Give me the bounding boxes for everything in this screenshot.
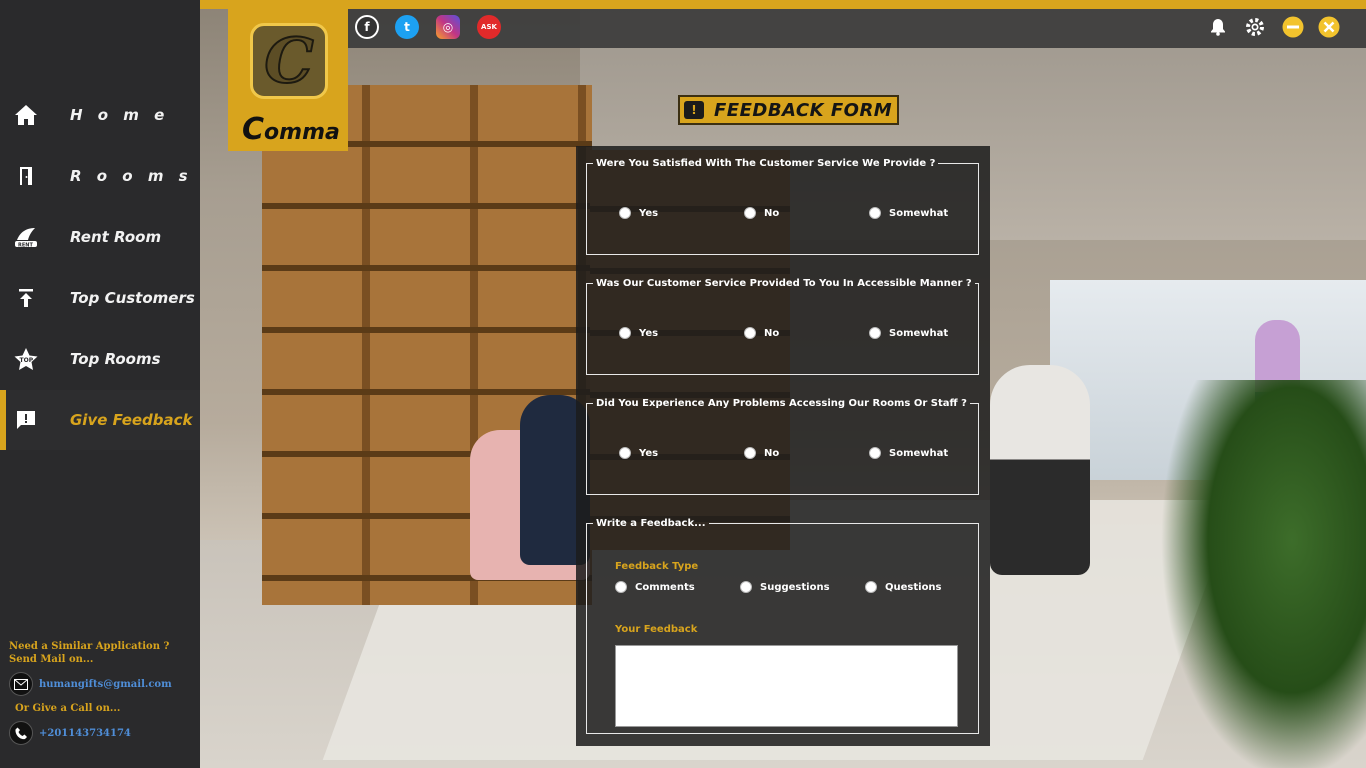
app-name: Comma (242, 112, 340, 147)
feedback-form-panel: Were You Satisfied With The Customer Ser… (576, 146, 990, 746)
rent-icon: RENT (12, 223, 40, 251)
facebook-icon[interactable]: f (355, 15, 379, 39)
feedback-icon (12, 406, 40, 434)
question-label: Was Our Customer Service Provided To You… (596, 278, 972, 289)
instagram-icon[interactable]: ◎ (436, 15, 460, 39)
svg-text:TOP: TOP (20, 357, 34, 364)
star-top-icon: TOP (12, 345, 40, 373)
form-title: ! FEEDBACK FORM (678, 95, 899, 125)
feedback-title-icon: ! (684, 101, 704, 119)
bell-icon[interactable] (1207, 16, 1229, 38)
top-bar: f t ◎ ASK (200, 0, 1366, 48)
app-logo: C Comma (228, 8, 348, 151)
logo-badge: C (250, 23, 328, 99)
q3-no-radio[interactable]: No (744, 447, 779, 459)
sidebar-item-give-feedback[interactable]: Give Feedback (0, 390, 200, 450)
sidebar-item-top-customers[interactable]: Top Customers (0, 268, 200, 328)
sidebar-item-label: Top Customers (70, 289, 195, 307)
q3-yes-radio[interactable]: Yes (619, 447, 658, 459)
contact-subheading: Send Mail on... (9, 654, 94, 665)
type-suggestions-radio[interactable]: Suggestions (740, 581, 830, 593)
settings-icon[interactable] (1244, 16, 1266, 38)
feedback-type-label: Feedback Type (615, 561, 699, 572)
question-satisfaction: Were You Satisfied With The Customer Ser… (586, 158, 979, 255)
question-accessibility: Was Our Customer Service Provided To You… (586, 278, 979, 375)
write-feedback-label: Write a Feedback... (596, 518, 706, 529)
phone-link[interactable]: +201143734174 (39, 728, 131, 739)
door-icon (12, 162, 40, 190)
sidebar-item-label: R o o m s (70, 167, 193, 185)
close-icon[interactable] (1318, 16, 1340, 38)
sidebar-item-home[interactable]: H o m e (0, 85, 200, 145)
q1-no-radio[interactable]: No (744, 207, 779, 219)
arrow-up-icon (12, 284, 40, 312)
contact-info: Need a Similar Application ? Send Mail o… (9, 640, 197, 745)
sidebar-item-label: Top Rooms (70, 350, 161, 368)
question-label: Were You Satisfied With The Customer Ser… (596, 158, 936, 169)
sidebar: H o m e R o o m s RENT Rent Room Top Cus… (0, 0, 200, 768)
q1-yes-radio[interactable]: Yes (619, 207, 658, 219)
form-title-text: FEEDBACK FORM (714, 99, 893, 121)
q3-somewhat-radio[interactable]: Somewhat (869, 447, 948, 459)
email-link[interactable]: humangifts@gmail.com (39, 679, 172, 690)
type-questions-radio[interactable]: Questions (865, 581, 942, 593)
mail-icon (9, 672, 33, 696)
q2-no-radio[interactable]: No (744, 327, 779, 339)
minimize-icon[interactable] (1282, 16, 1304, 38)
feedback-textarea[interactable] (615, 645, 958, 727)
sidebar-item-rent-room[interactable]: RENT Rent Room (0, 207, 200, 267)
contact-heading: Need a Similar Application ? (9, 641, 170, 652)
sidebar-item-label: H o m e (70, 106, 170, 124)
q2-somewhat-radio[interactable]: Somewhat (869, 327, 948, 339)
sidebar-item-label: Give Feedback (70, 411, 193, 429)
your-feedback-label: Your Feedback (615, 624, 698, 635)
sidebar-item-rooms[interactable]: R o o m s (0, 146, 200, 206)
type-comments-radio[interactable]: Comments (615, 581, 695, 593)
home-icon (12, 101, 40, 129)
svg-text:RENT: RENT (18, 243, 33, 249)
write-feedback-group: Write a Feedback... Feedback Type Commen… (586, 518, 979, 734)
sidebar-item-top-rooms[interactable]: TOP Top Rooms (0, 329, 200, 389)
askfm-icon[interactable]: ASK (477, 15, 501, 39)
question-label: Did You Experience Any Problems Accessin… (596, 398, 967, 409)
question-problems: Did You Experience Any Problems Accessin… (586, 398, 979, 495)
sidebar-item-label: Rent Room (70, 228, 162, 246)
q1-somewhat-radio[interactable]: Somewhat (869, 207, 948, 219)
phone-icon (9, 721, 33, 745)
twitter-icon[interactable]: t (395, 15, 419, 39)
q2-yes-radio[interactable]: Yes (619, 327, 658, 339)
call-heading: Or Give a Call on... (15, 703, 121, 714)
